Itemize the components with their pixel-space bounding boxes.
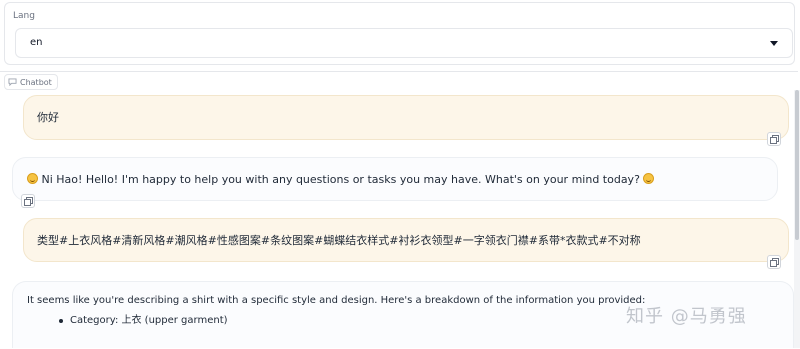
message-text: 类型#上衣风格#清新风格#潮风格#性感图案#条纹图案#蝴蝶结衣样式#衬衫衣领型#… bbox=[37, 234, 641, 247]
bullet-dot bbox=[59, 319, 63, 323]
message-text: 你好 bbox=[37, 111, 59, 124]
copy-button[interactable] bbox=[21, 194, 35, 208]
smiley-emoji-icon bbox=[643, 173, 655, 184]
chat-bubble-icon bbox=[8, 78, 17, 86]
chat-message-user: 类型#上衣风格#清新风格#潮风格#性感图案#条纹图案#蝴蝶结衣样式#衬衫衣领型#… bbox=[23, 218, 789, 262]
copy-button[interactable] bbox=[767, 132, 781, 146]
message-text-wrapper: Ni Hao! Hello! I'm happy to help you wit… bbox=[27, 172, 655, 188]
scrollbar-thumb[interactable] bbox=[795, 90, 799, 240]
message-text: It seems like you're describing a shirt … bbox=[27, 295, 646, 306]
lang-dropdown-block: Lang en bbox=[4, 2, 795, 65]
chatbot-label: Chatbot bbox=[20, 77, 52, 87]
copy-icon bbox=[770, 258, 779, 267]
dropdown-caret-icon bbox=[770, 41, 778, 46]
list-item: Category: 上衣 (upper garment) bbox=[59, 313, 228, 329]
chatbot-label-tag: Chatbot bbox=[4, 74, 58, 90]
copy-button[interactable] bbox=[767, 255, 781, 269]
message-text: Ni Hao! Hello! I'm happy to help you wit… bbox=[38, 173, 644, 186]
lang-label: Lang bbox=[13, 11, 35, 21]
watermark-text: 知乎 @马勇强 bbox=[626, 306, 747, 327]
chat-message-bot: Ni Hao! Hello! I'm happy to help you wit… bbox=[12, 157, 778, 201]
copy-icon bbox=[24, 197, 33, 206]
lang-selected-value: en bbox=[30, 37, 43, 48]
lang-select[interactable]: en bbox=[15, 28, 793, 58]
copy-icon bbox=[770, 135, 779, 144]
chat-scrollbar[interactable] bbox=[794, 90, 800, 348]
smiley-emoji-icon bbox=[27, 173, 38, 184]
bullet-text: Category: 上衣 (upper garment) bbox=[70, 315, 228, 326]
chat-message-user: 你好 bbox=[23, 95, 789, 140]
